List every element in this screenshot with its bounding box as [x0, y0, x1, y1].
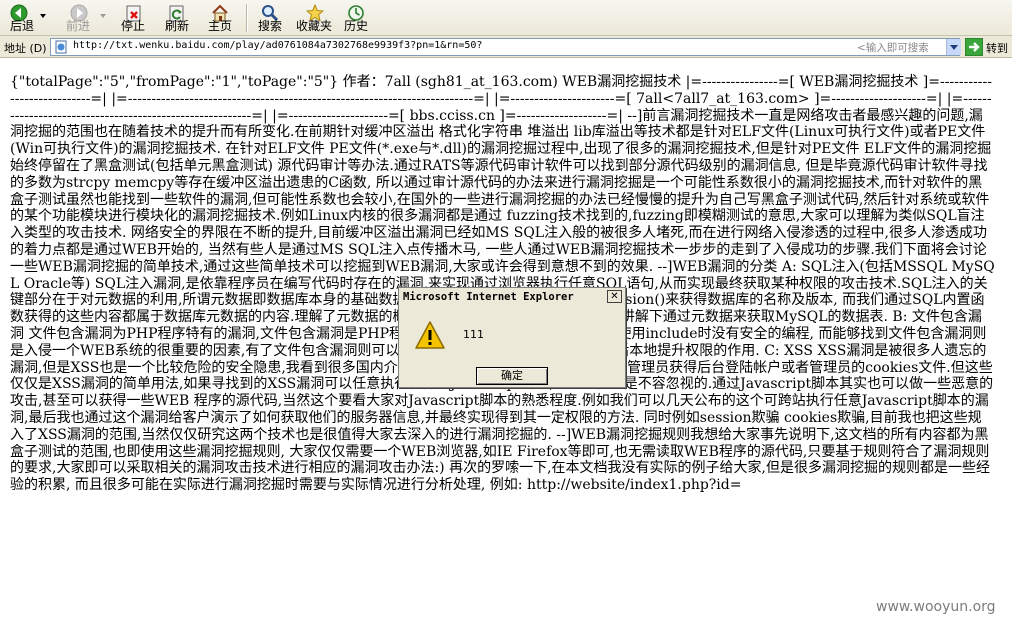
back-dropdown-icon[interactable] — [40, 14, 46, 18]
go-arrow-icon[interactable] — [965, 38, 983, 56]
address-label: 地址 (D) — [4, 42, 47, 55]
forward-button[interactable]: 前进 — [64, 2, 102, 34]
alert-dialog: Microsoft Internet Explorer ✕ 111 确定 — [398, 287, 626, 388]
ok-button[interactable]: 确定 — [476, 367, 548, 385]
back-button[interactable]: 后退 — [4, 2, 42, 34]
document-text: {"totalPage":"5","fromPage":"1","toPage"… — [10, 74, 995, 494]
address-dropdown-icon[interactable] — [946, 39, 961, 55]
warning-icon — [415, 321, 445, 349]
dialog-title: Microsoft Internet Explorer — [399, 288, 625, 306]
address-input[interactable]: http://txt.wenku.baidu.com/play/ad076108… — [50, 38, 961, 56]
address-bar: 地址 (D) http://txt.wenku.baidu.com/play/a… — [0, 36, 1012, 58]
search-button[interactable]: 搜索 — [255, 2, 285, 34]
home-button[interactable]: 主页 — [205, 2, 237, 34]
history-button[interactable]: 历史 — [340, 2, 372, 34]
stop-button[interactable]: 停止 — [118, 2, 150, 34]
close-icon[interactable]: ✕ — [607, 290, 622, 303]
refresh-button[interactable]: 刷新 — [162, 2, 194, 34]
watermark: www.wooyun.org — [876, 599, 996, 615]
page-icon — [55, 40, 67, 54]
dialog-message: 111 — [463, 328, 484, 341]
forward-dropdown-icon[interactable] — [100, 14, 106, 18]
browser-toolbar: 后退 前进 停止 刷新 主页 搜索 收藏夹 历史 — [0, 0, 1012, 36]
toolbar-separator — [246, 4, 248, 32]
go-button[interactable]: 转到 — [986, 40, 1008, 56]
favorites-button[interactable]: 收藏夹 — [294, 2, 334, 34]
search-hint: <输入即可搜索 — [857, 42, 929, 54]
address-url: http://txt.wenku.baidu.com/play/ad076108… — [73, 40, 483, 51]
